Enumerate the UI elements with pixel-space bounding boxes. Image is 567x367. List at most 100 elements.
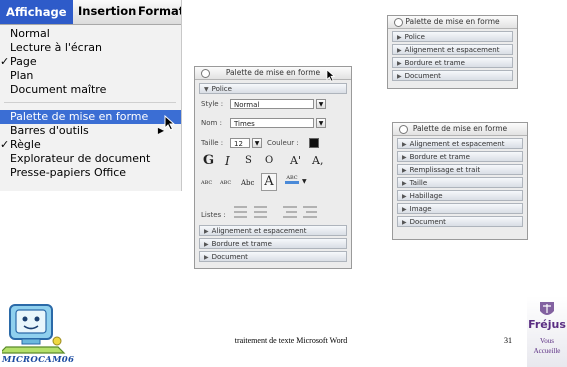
font-name-select[interactable]: Times	[230, 118, 314, 128]
subscript-button[interactable]: A,	[312, 154, 323, 167]
size-label: Taille :	[201, 139, 224, 147]
section-label: Bordure et trame	[409, 153, 470, 161]
formatting-palette-expanded: Palette de mise en forme ▼ Police Style :…	[194, 66, 352, 269]
font-name-label: Nom :	[201, 119, 222, 127]
menu-item-label: Palette de mise en forme	[10, 110, 149, 123]
menu-item-presse-papiers[interactable]: Presse-papiers Office	[10, 166, 178, 180]
section-image[interactable]: ▶ Image	[397, 203, 523, 214]
menu-separator	[4, 102, 176, 103]
section-police[interactable]: ▶ Police	[392, 31, 513, 42]
highlight-button[interactable]: ABC	[285, 175, 299, 184]
font-size-field[interactable]: 12	[230, 138, 250, 148]
footer-caption: traitement de texte Microsoft Word	[234, 336, 348, 345]
all-caps-button[interactable]: A	[261, 173, 277, 191]
computer-mascot-icon	[2, 304, 66, 354]
menubar-affichage[interactable]: Affichage	[0, 0, 73, 24]
menubar-insertion[interactable]: Insertion	[78, 4, 136, 18]
disclosure-closed-icon: ▶	[402, 141, 407, 148]
style-label: Style :	[201, 100, 224, 108]
section-taille[interactable]: ▶ Taille	[397, 177, 523, 188]
disclosure-closed-icon: ▶	[204, 241, 209, 248]
menu-item-regle[interactable]: ✓ Règle	[0, 138, 178, 152]
chevron-down-icon[interactable]: ▼	[316, 118, 326, 128]
section-bordure[interactable]: ▶ Bordure et trame	[392, 57, 513, 68]
close-icon[interactable]	[201, 69, 210, 78]
disclosure-closed-icon: ▶	[402, 180, 407, 187]
menu-item-plan[interactable]: Plan	[10, 69, 178, 83]
section-habillage[interactable]: ▶ Habillage	[397, 190, 523, 201]
superscript-button[interactable]: A'	[290, 154, 301, 167]
font-color-swatch[interactable]	[309, 138, 319, 148]
section-label: Document	[409, 218, 446, 226]
section-label: Taille	[409, 179, 428, 187]
disclosure-closed-icon: ▶	[397, 60, 402, 67]
italic-button[interactable]: I	[225, 154, 230, 168]
city-crest-icon	[540, 302, 554, 315]
disclosure-closed-icon: ▶	[397, 47, 402, 54]
menu-item-label: Règle	[10, 138, 41, 151]
menubar-format[interactable]: Format	[138, 4, 181, 18]
lists-label: Listes :	[201, 211, 226, 219]
frejus-line2: Accueille	[533, 347, 561, 355]
palette-titlebar: Palette de mise en forme	[388, 16, 517, 29]
bulleted-list-icon[interactable]	[254, 206, 267, 218]
close-icon[interactable]	[399, 125, 408, 134]
numbered-list-icon[interactable]	[234, 206, 247, 218]
section-document[interactable]: ▶ Document	[397, 216, 523, 227]
affichage-menu-screenshot: Affichage Insertion Format Normal Lectur…	[0, 0, 182, 191]
section-label: Document	[211, 253, 248, 261]
menu-item-label: Presse-papiers Office	[10, 166, 127, 179]
underline-button[interactable]: S	[245, 155, 252, 166]
frejus-title: Fréjus	[528, 318, 566, 331]
section-label: Bordure et trame	[404, 59, 465, 67]
bold-button[interactable]: G	[203, 153, 214, 168]
strikethrough-button[interactable]: ABC	[201, 180, 212, 186]
chevron-down-icon[interactable]: ▼	[316, 99, 326, 109]
menu-item-page[interactable]: ✓ Page	[0, 55, 178, 69]
style-select[interactable]: Normal	[230, 99, 314, 109]
section-label: Alignement et espacement	[409, 140, 505, 148]
checkmark-icon: ✓	[0, 55, 10, 68]
menu-item-normal[interactable]: Normal	[10, 27, 178, 41]
mouse-pointer-icon	[326, 69, 336, 82]
disclosure-closed-icon: ▶	[204, 228, 209, 235]
menubar: Affichage Insertion Format	[0, 0, 181, 25]
increase-indent-icon[interactable]	[303, 206, 317, 218]
chevron-down-icon[interactable]: ▼	[302, 178, 307, 185]
menu-item-label: Document maître	[10, 83, 107, 96]
font-name-value: Times	[234, 120, 255, 128]
menu-item-barres-outils[interactable]: Barres d'outils ▶	[10, 124, 178, 138]
section-document[interactable]: ▶ Document	[392, 70, 513, 81]
menu-item-document-maitre[interactable]: Document maître	[10, 83, 178, 97]
menu-item-lecture[interactable]: Lecture à l'écran	[10, 41, 178, 55]
menu-item-palette[interactable]: Palette de mise en forme	[0, 110, 181, 124]
menu-item-explorateur[interactable]: Explorateur de document	[10, 152, 178, 166]
close-icon[interactable]	[394, 18, 403, 27]
color-label: Couleur :	[267, 139, 299, 147]
section-document[interactable]: ▶ Document	[199, 251, 347, 262]
palette-title: Palette de mise en forme	[225, 68, 321, 77]
section-alignement[interactable]: ▶ Alignement et espacement	[397, 138, 523, 149]
page-number: 31	[504, 336, 512, 345]
section-label: Habillage	[409, 192, 443, 200]
small-caps-button[interactable]: Abc	[241, 179, 254, 187]
disclosure-closed-icon: ▶	[402, 193, 407, 200]
section-alignement[interactable]: ▶ Alignement et espacement	[392, 44, 513, 55]
frejus-badge: Fréjus Vous Accueille	[527, 296, 567, 367]
menu-item-label: Barres d'outils	[10, 124, 89, 137]
disclosure-closed-icon: ▶	[402, 154, 407, 161]
section-alignement[interactable]: ▶ Alignement et espacement	[199, 225, 347, 236]
disclosure-closed-icon: ▶	[397, 73, 402, 80]
decrease-indent-icon[interactable]	[283, 206, 297, 218]
section-remplissage[interactable]: ▶ Remplissage et trait	[397, 164, 523, 175]
outline-button[interactable]: O	[265, 155, 273, 166]
menu-item-label: Normal	[10, 27, 50, 40]
double-strikethrough-button[interactable]: ABC	[220, 180, 231, 186]
section-label: Image	[409, 205, 432, 213]
palette-titlebar: Palette de mise en forme	[393, 123, 527, 136]
chevron-down-icon[interactable]: ▼	[252, 138, 262, 148]
section-bordure[interactable]: ▶ Bordure et trame	[199, 238, 347, 249]
section-police[interactable]: ▼ Police	[199, 83, 347, 94]
checkmark-icon: ✓	[0, 138, 10, 151]
section-bordure[interactable]: ▶ Bordure et trame	[397, 151, 523, 162]
